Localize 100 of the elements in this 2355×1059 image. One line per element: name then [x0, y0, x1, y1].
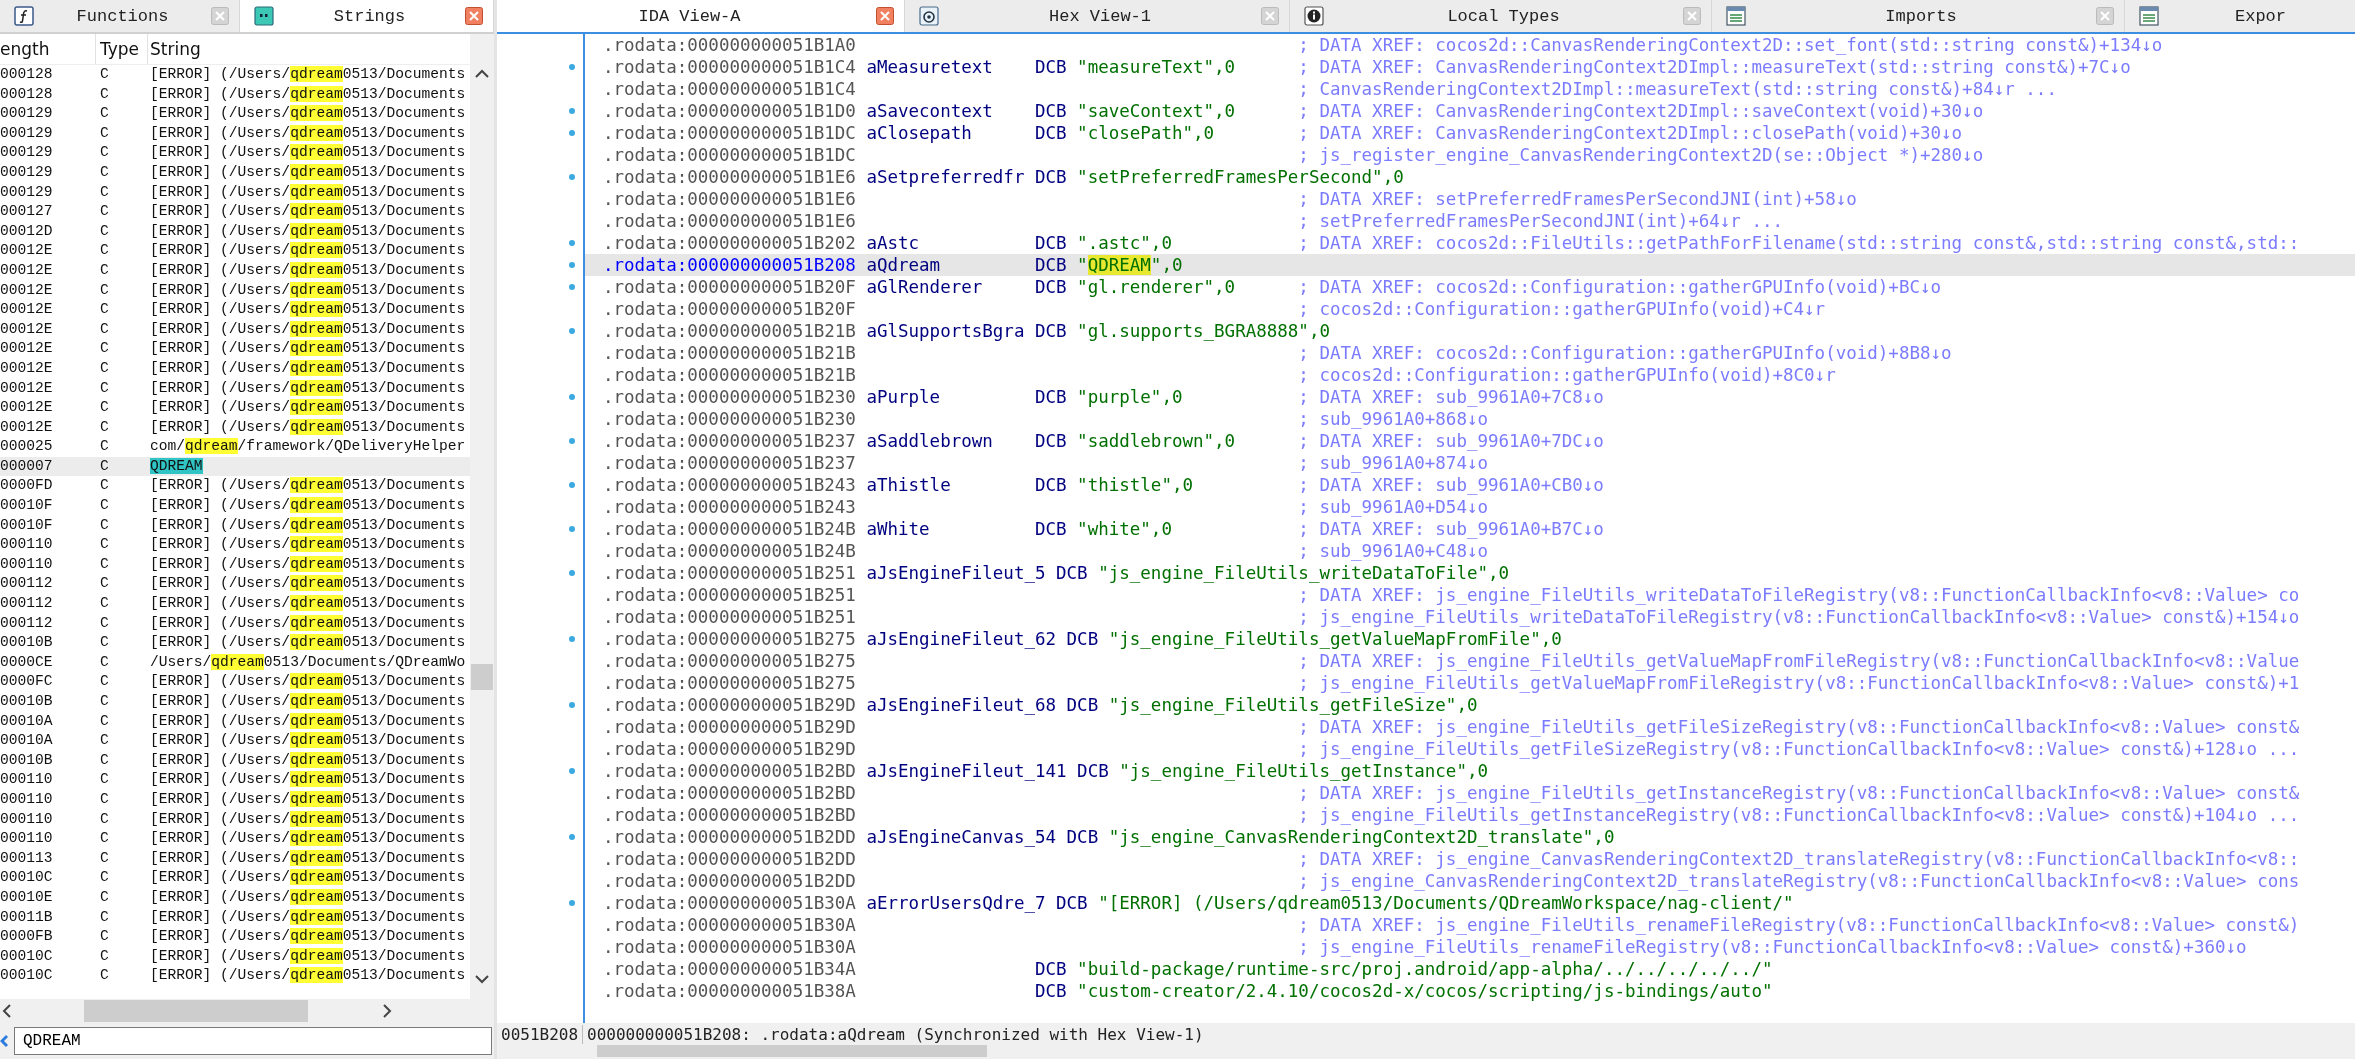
string-row[interactable]: 000128 C [ERROR] (/Users/qdream0513/Documents	[0, 84, 470, 105]
listing-line[interactable]: .rodata:000000000051B1E6 ; DATA XREF: setPreferredFramesPerSecondJNI(int)+58↓o	[497, 188, 2355, 210]
string-row[interactable]: 00010F C [ERROR] (/Users/qdream0513/Documents	[0, 496, 470, 516]
tab[interactable]: Imports	[1712, 0, 2125, 32]
listing-line[interactable]: .rodata:000000000051B1C4 aMeasuretext DCB "measureText",0 ; DATA XREF: CanvasRenderingContext2DImpl::measureText(std::string const&)+7C↓o	[497, 56, 2355, 78]
listing-line[interactable]: .rodata:000000000051B24B ; sub_9961A0+C48↓o	[497, 540, 2355, 562]
string-row[interactable]: 00010A C [ERROR] (/Users/qdream0513/Documents	[0, 731, 470, 751]
listing-line[interactable]: .rodata:000000000051B275 ; js_engine_FileUtils_getValueMapFromFileRegistry(v8::FunctionCallbackInfo<v8::Value> const&)+1	[497, 672, 2355, 694]
string-row[interactable]: 00012D C [ERROR] (/Users/qdream0513/Documents	[0, 221, 470, 242]
string-row[interactable]: 000112 C [ERROR] (/Users/qdream0513/Documents	[0, 594, 470, 614]
tab[interactable]: Expor	[2125, 0, 2355, 32]
listing-line[interactable]: .rodata:000000000051B275 aJsEngineFileut_62 DCB "js_engine_FileUtils_getValueMapFromFile",0	[497, 628, 2355, 650]
string-row[interactable]: 000128 C [ERROR] (/Users/qdream0513/Documents	[0, 65, 470, 85]
string-row[interactable]: 00012E C [ERROR] (/Users/qdream0513/Documents	[0, 358, 470, 379]
listing-line[interactable]: .rodata:000000000051B2BD ; DATA XREF: js_engine_FileUtils_getInstanceRegistry(v8::FunctionCallbackInfo<v8::Value> const&	[497, 782, 2355, 804]
listing-line[interactable]: .rodata:000000000051B237 aSaddlebrown DCB "saddlebrown",0 ; DATA XREF: sub_9961A0+7DC↓o	[497, 430, 2355, 452]
listing-line[interactable]: .rodata:000000000051B34A DCB "build-package/runtime-src/proj.android/app-alpha/../../../../../"	[497, 958, 2355, 980]
string-row[interactable]: 00012E C [ERROR] (/Users/qdream0513/Documents	[0, 260, 470, 281]
string-row[interactable]: 000129 C [ERROR] (/Users/qdream0513/Documents	[0, 182, 470, 203]
column-header[interactable]: Type	[96, 34, 148, 64]
string-row[interactable]: 00012E C [ERROR] (/Users/qdream0513/Documents	[0, 378, 470, 399]
listing-line[interactable]: .rodata:000000000051B2DD aJsEngineCanvas_54 DCB "js_engine_CanvasRenderingContext2D_translate",0	[497, 826, 2355, 848]
string-row[interactable]: 00010B C [ERROR] (/Users/qdream0513/Documents	[0, 750, 470, 771]
close-icon[interactable]	[465, 7, 483, 25]
listing-line[interactable]: .rodata:000000000051B1D0 aSavecontext DCB "saveContext",0 ; DATA XREF: CanvasRenderingContext2DImpl::saveContext(void)+30↓o	[497, 100, 2355, 122]
listing-line[interactable]: .rodata:000000000051B2BD aJsEngineFileut_141 DCB "js_engine_FileUtils_getInstance",0	[497, 760, 2355, 782]
listing-line[interactable]: .rodata:000000000051B230 ; sub_9961A0+868↓o	[497, 408, 2355, 430]
string-row[interactable]: 000110 C [ERROR] (/Users/qdream0513/Documents	[0, 829, 470, 849]
listing-line[interactable]: .rodata:000000000051B30A ; js_engine_FileUtils_renameFileRegistry(v8::FunctionCallbackInfo<v8::Value> const&)+360↓o	[497, 936, 2355, 958]
listing-line[interactable]: .rodata:000000000051B30A aErrorUsersQdre_7 DCB "[ERROR] (/Users/qdream0513/Documents/QDreamWorkspace/nag-client/"	[497, 892, 2355, 914]
string-row[interactable]: 00010C C [ERROR] (/Users/qdream0513/Documents	[0, 946, 470, 967]
listing-line[interactable]: .rodata:000000000051B275 ; DATA XREF: js_engine_FileUtils_getValueMapFromFileRegistry(v8::FunctionCallbackInfo<v8::Value	[497, 650, 2355, 672]
tab[interactable]: Strings	[240, 0, 494, 32]
string-row[interactable]: 000129 C [ERROR] (/Users/qdream0513/Documents	[0, 104, 470, 124]
tab[interactable]: Hex View-1	[905, 0, 1290, 32]
listing-line[interactable]: .rodata:000000000051B1E6 aSetpreferredfr DCB "setPreferredFramesPerSecond",0	[497, 166, 2355, 188]
string-row[interactable]: 0000CE C /Users/qdream0513/Documents/QDreamWo	[0, 652, 470, 673]
string-row[interactable]: 00010C C [ERROR] (/Users/qdream0513/Documents	[0, 966, 470, 986]
listing-line[interactable]: .rodata:000000000051B251 ; js_engine_FileUtils_writeDataToFileRegistry(v8::FunctionCallbackInfo<v8::Value> const&)+154↓o	[497, 606, 2355, 628]
string-row[interactable]: 0000FD C [ERROR] (/Users/qdream0513/Documents	[0, 476, 470, 497]
listing-line[interactable]: .rodata:000000000051B251 ; DATA XREF: js_engine_FileUtils_writeDataToFileRegistry(v8::FunctionCallbackInfo<v8::Value> co	[497, 584, 2355, 606]
string-row[interactable]: 0000FB C [ERROR] (/Users/qdream0513/Documents	[0, 927, 470, 947]
listing-line[interactable]: .rodata:000000000051B38A DCB "custom-creator/2.4.10/cocos2d-x/cocos/scripting/js-bindings/auto"	[497, 980, 2355, 1002]
scrollbar-thumb[interactable]	[597, 1045, 987, 1057]
listing-line[interactable]: .rodata:000000000051B1DC ; js_register_engine_CanvasRenderingContext2D(se::Object *)+280↓o	[497, 144, 2355, 166]
string-row[interactable]: 000129 C [ERROR] (/Users/qdream0513/Documents	[0, 162, 470, 183]
listing-line[interactable]: .rodata:000000000051B251 aJsEngineFileut_5 DCB "js_engine_FileUtils_writeDataToFile",0	[497, 562, 2355, 584]
string-row[interactable]: 000110 C [ERROR] (/Users/qdream0513/Documents	[0, 809, 470, 830]
string-row[interactable]: 000112 C [ERROR] (/Users/qdream0513/Documents	[0, 574, 470, 595]
string-row[interactable]: 00010B C [ERROR] (/Users/qdream0513/Documents	[0, 633, 470, 653]
string-row[interactable]: 000110 C [ERROR] (/Users/qdream0513/Documents	[0, 789, 470, 810]
listing-line[interactable]: .rodata:000000000051B1DC aClosepath DCB "closePath",0 ; DATA XREF: CanvasRenderingContext2DImpl::closePath(void)+30↓o	[497, 122, 2355, 144]
string-row[interactable]: 0000FC C [ERROR] (/Users/qdream0513/Documents	[0, 672, 470, 692]
column-header[interactable]: ength	[0, 34, 96, 64]
tab[interactable]: Functions	[0, 0, 240, 32]
listing-line[interactable]: .rodata:000000000051B243 aThistle DCB "thistle",0 ; DATA XREF: sub_9961A0+CB0↓o	[497, 474, 2355, 496]
tab[interactable]: Local Types	[1290, 0, 1712, 32]
string-row[interactable]: 000110 C [ERROR] (/Users/qdream0513/Documents	[0, 554, 470, 575]
listing-line[interactable]: .rodata:000000000051B21B aGlSupportsBgra DCB "gl.supports_BGRA8888",0	[497, 320, 2355, 342]
listing-line[interactable]: .rodata:000000000051B1C4 ; CanvasRenderingContext2DImpl::measureText(std::string const&)+84↓r ...	[497, 78, 2355, 100]
listing-line[interactable]: .rodata:000000000051B29D ; js_engine_FileUtils_getFileSizeRegistry(v8::FunctionCallbackInfo<v8::Value> const&)+128↓o ...	[497, 738, 2355, 760]
listing-line[interactable]: .rodata:000000000051B243 ; sub_9961A0+D54↓o	[497, 496, 2355, 518]
string-row[interactable]: 00012E C [ERROR] (/Users/qdream0513/Documents	[0, 241, 470, 261]
string-row[interactable]: 000110 C [ERROR] (/Users/qdream0513/Documents	[0, 535, 470, 555]
string-row[interactable]: 00010E C [ERROR] (/Users/qdream0513/Documents	[0, 887, 470, 908]
listing-line[interactable]: .rodata:000000000051B230 aPurple DCB "purple",0 ; DATA XREF: sub_9961A0+7C8↓o	[497, 386, 2355, 408]
string-row[interactable]: 00010B C [ERROR] (/Users/qdream0513/Documents	[0, 692, 470, 712]
column-header[interactable]: String	[148, 34, 470, 64]
string-row[interactable]: 000113 C [ERROR] (/Users/qdream0513/Documents	[0, 848, 470, 869]
listing-line[interactable]: .rodata:000000000051B20F aGlRenderer DCB "gl.renderer",0 ; DATA XREF: cocos2d::Configuration::gatherGPUInfo(void)+BC↓o	[497, 276, 2355, 298]
string-row[interactable]: 000129 C [ERROR] (/Users/qdream0513/Documents	[0, 143, 470, 163]
string-row[interactable]: 00012E C [ERROR] (/Users/qdream0513/Documents	[0, 300, 470, 320]
listing-line[interactable]: .rodata:000000000051B2DD ; DATA XREF: js_engine_CanvasRenderingContext2D_translateRegistry(v8::FunctionCallbackInfo<v8::	[497, 848, 2355, 870]
search-field[interactable]: QDREAM	[14, 1027, 492, 1055]
string-row[interactable]: 000129 C [ERROR] (/Users/qdream0513/Documents	[0, 123, 470, 144]
listing-line[interactable]: .rodata:000000000051B1A0 ; DATA XREF: cocos2d::CanvasRenderingContext2D::set_font(std::string const&)+134↓o	[497, 34, 2355, 56]
scrollbar-thumb[interactable]	[471, 664, 493, 690]
string-row[interactable]: 00011B C [ERROR] (/Users/qdream0513/Documents	[0, 907, 470, 928]
string-row[interactable]: 000025 C com/qdream/framework/QDeliveryHelper	[0, 437, 470, 457]
string-row[interactable]: 000127 C [ERROR] (/Users/qdream0513/Documents	[0, 202, 470, 222]
listing-line[interactable]: .rodata:000000000051B24B aWhite DCB "white",0 ; DATA XREF: sub_9961A0+B7C↓o	[497, 518, 2355, 540]
string-row[interactable]: 00010C C [ERROR] (/Users/qdream0513/Documents	[0, 868, 470, 888]
string-row[interactable]: 00010F C [ERROR] (/Users/qdream0513/Documents	[0, 515, 470, 536]
listing-line[interactable]: .rodata:000000000051B30A ; DATA XREF: js_engine_FileUtils_renameFileRegistry(v8::FunctionCallbackInfo<v8::Value> const&)	[497, 914, 2355, 936]
tab[interactable]: IDA View-A	[497, 0, 905, 32]
string-row[interactable]: 00012E C [ERROR] (/Users/qdream0513/Documents	[0, 339, 470, 359]
scrollbar-thumb[interactable]	[84, 1000, 308, 1022]
listing-line[interactable]: .rodata:000000000051B21B ; DATA XREF: cocos2d::Configuration::gatherGPUInfo(void)+8B8↓o	[497, 342, 2355, 364]
listing-line[interactable]: .rodata:000000000051B21B ; cocos2d::Configuration::gatherGPUInfo(void)+8C0↓r	[497, 364, 2355, 386]
listing-line[interactable]: .rodata:000000000051B2DD ; js_engine_CanvasRenderingContext2D_translateRegistry(v8::FunctionCallbackInfo<v8::Value> cons	[497, 870, 2355, 892]
string-row[interactable]: 000007 C QDREAM	[0, 456, 470, 477]
listing-line[interactable]: .rodata:000000000051B29D ; DATA XREF: js_engine_FileUtils_getFileSizeRegistry(v8::FunctionCallbackInfo<v8::Value> const&	[497, 716, 2355, 738]
listing-line[interactable]: .rodata:000000000051B20F ; cocos2d::Configuration::gatherGPUInfo(void)+C4↓r	[497, 298, 2355, 320]
string-row[interactable]: 00012E C [ERROR] (/Users/qdream0513/Documents	[0, 398, 470, 418]
string-row[interactable]: 00012E C [ERROR] (/Users/qdream0513/Documents	[0, 417, 470, 438]
listing-line[interactable]: .rodata:000000000051B2BD ; js_engine_FileUtils_getInstanceRegistry(v8::FunctionCallbackInfo<v8::Value> const&)+104↓o ...	[497, 804, 2355, 826]
string-row[interactable]: 000112 C [ERROR] (/Users/qdream0513/Documents	[0, 613, 470, 634]
string-row[interactable]: 00012E C [ERROR] (/Users/qdream0513/Documents	[0, 319, 470, 340]
listing-line[interactable]: .rodata:000000000051B29D aJsEngineFileut_68 DCB "js_engine_FileUtils_getFileSize",0	[497, 694, 2355, 716]
string-row[interactable]: 00010A C [ERROR] (/Users/qdream0513/Documents	[0, 711, 470, 732]
